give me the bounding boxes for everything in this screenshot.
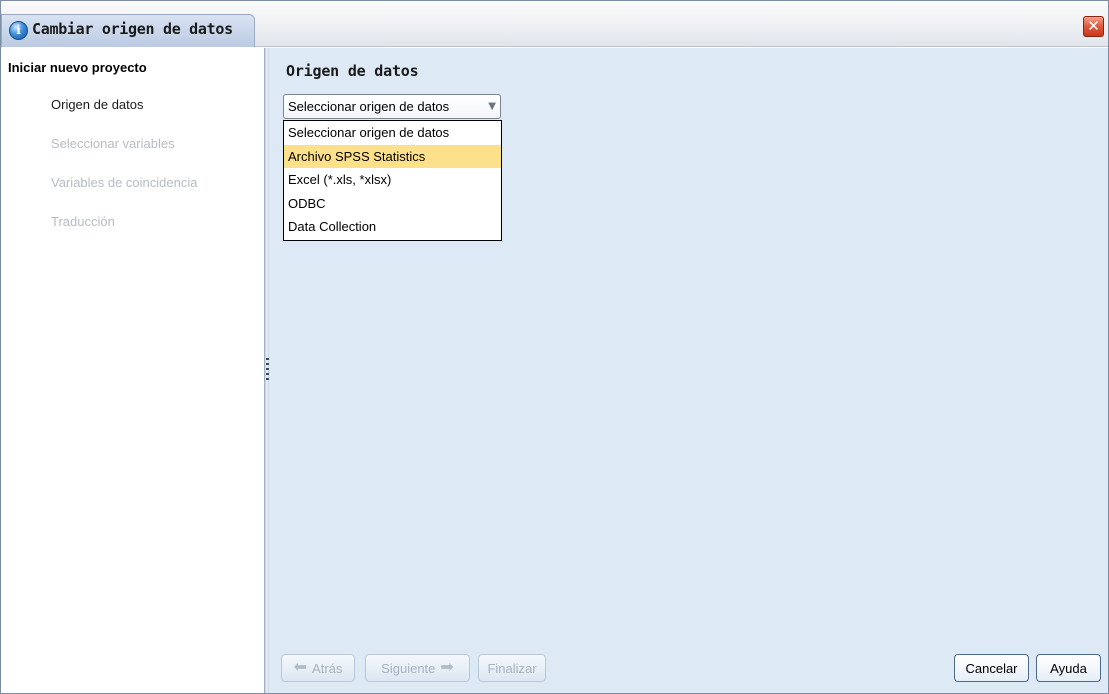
window-title: Cambiar origen de datos (32, 20, 233, 38)
dropdown-option-highlighted[interactable]: Archivo SPSS Statistics (284, 144, 501, 169)
finish-button[interactable]: Finalizar (478, 654, 546, 682)
data-source-dropdown-list: Seleccionar origen de datos Archivo SPSS… (283, 120, 502, 241)
combo-selected-value: Seleccionar origen de datos (288, 99, 450, 114)
data-source-combo[interactable]: Seleccionar origen de datos ▼ (283, 94, 501, 119)
help-button[interactable]: Ayuda (1036, 654, 1101, 682)
cancel-button-label: Cancelar (965, 660, 1018, 676)
arrow-left-icon: ⬅ (293, 659, 308, 676)
back-button-label: Atrás (312, 660, 343, 676)
title-bar: i Cambiar origen de datos ✕ (1, 1, 1108, 47)
wizard-steps-header: Iniciar nuevo proyecto (8, 60, 147, 75)
title-tab: i Cambiar origen de datos (1, 14, 255, 47)
dropdown-option[interactable]: Seleccionar origen de datos (284, 121, 501, 145)
dropdown-option[interactable]: Data Collection (284, 215, 501, 239)
main-content: Origen de datos Seleccionar origen de da… (269, 48, 1108, 693)
cancel-button[interactable]: Cancelar (954, 654, 1029, 682)
next-button-label: Siguiente (381, 660, 436, 676)
dialog-window: i Cambiar origen de datos ✕ Iniciar nuev… (0, 0, 1109, 694)
step-variables-de-coincidencia: Variables de coincidencia (51, 175, 198, 190)
back-button[interactable]: ⬅ Atrás (281, 654, 355, 682)
next-button[interactable]: Siguiente ➡ (365, 654, 470, 682)
step-traduccion: Traducción (51, 214, 115, 229)
app-info-icon: i (9, 21, 28, 40)
arrow-right-icon: ➡ (440, 659, 454, 676)
dropdown-option[interactable]: ODBC (284, 192, 501, 216)
chevron-down-icon: ▼ (488, 101, 496, 112)
step-origen-de-datos[interactable]: Origen de datos (51, 97, 144, 112)
help-button-label: Ayuda (1050, 660, 1087, 676)
step-seleccionar-variables: Seleccionar variables (51, 136, 175, 151)
close-icon: ✕ (1087, 17, 1100, 35)
finish-button-label: Finalizar (487, 660, 537, 676)
section-title: Origen de datos (286, 62, 419, 80)
wizard-steps-panel: Iniciar nuevo proyecto Origen de datos S… (1, 48, 264, 693)
dropdown-option[interactable]: Excel (*.xls, *xlsx) (284, 168, 501, 192)
close-button[interactable]: ✕ (1083, 16, 1104, 37)
